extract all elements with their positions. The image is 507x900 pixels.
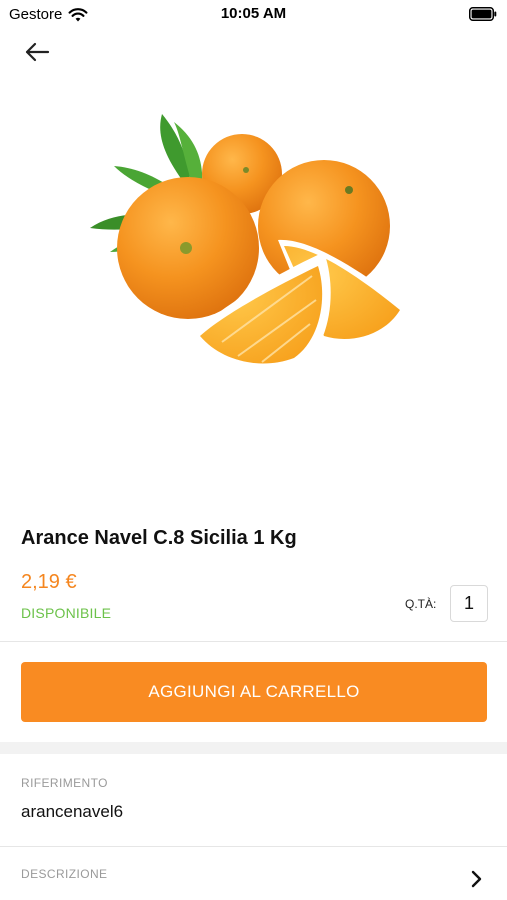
description-row[interactable]: DESCRIZIONE [0,847,507,900]
product-price: 2,19 € [21,571,77,593]
status-time: 10:05 AM [220,5,287,22]
divider [0,641,507,642]
product-title: Arance Navel C.8 Sicilia 1 Kg [21,527,297,549]
oranges-image [90,114,410,375]
reference-label: RIFERIMENTO [21,776,108,790]
reference-value: arancenavel6 [21,802,124,821]
section-separator [0,742,507,754]
availability-status: DISPONIBILE [21,605,112,621]
description-label: DESCRIZIONE [21,867,108,881]
chevron-right-icon [471,870,482,888]
status-bar: Gestore 10:05 AM [0,0,507,30]
back-button[interactable] [22,38,52,66]
quantity-input[interactable]: 1 [450,585,488,622]
arrow-left-icon [25,42,50,62]
add-to-cart-button[interactable]: AGGIUNGI AL CARRELLO [21,662,487,722]
battery-icon [469,7,497,21]
quantity-label: Q.TÀ: [405,597,437,611]
